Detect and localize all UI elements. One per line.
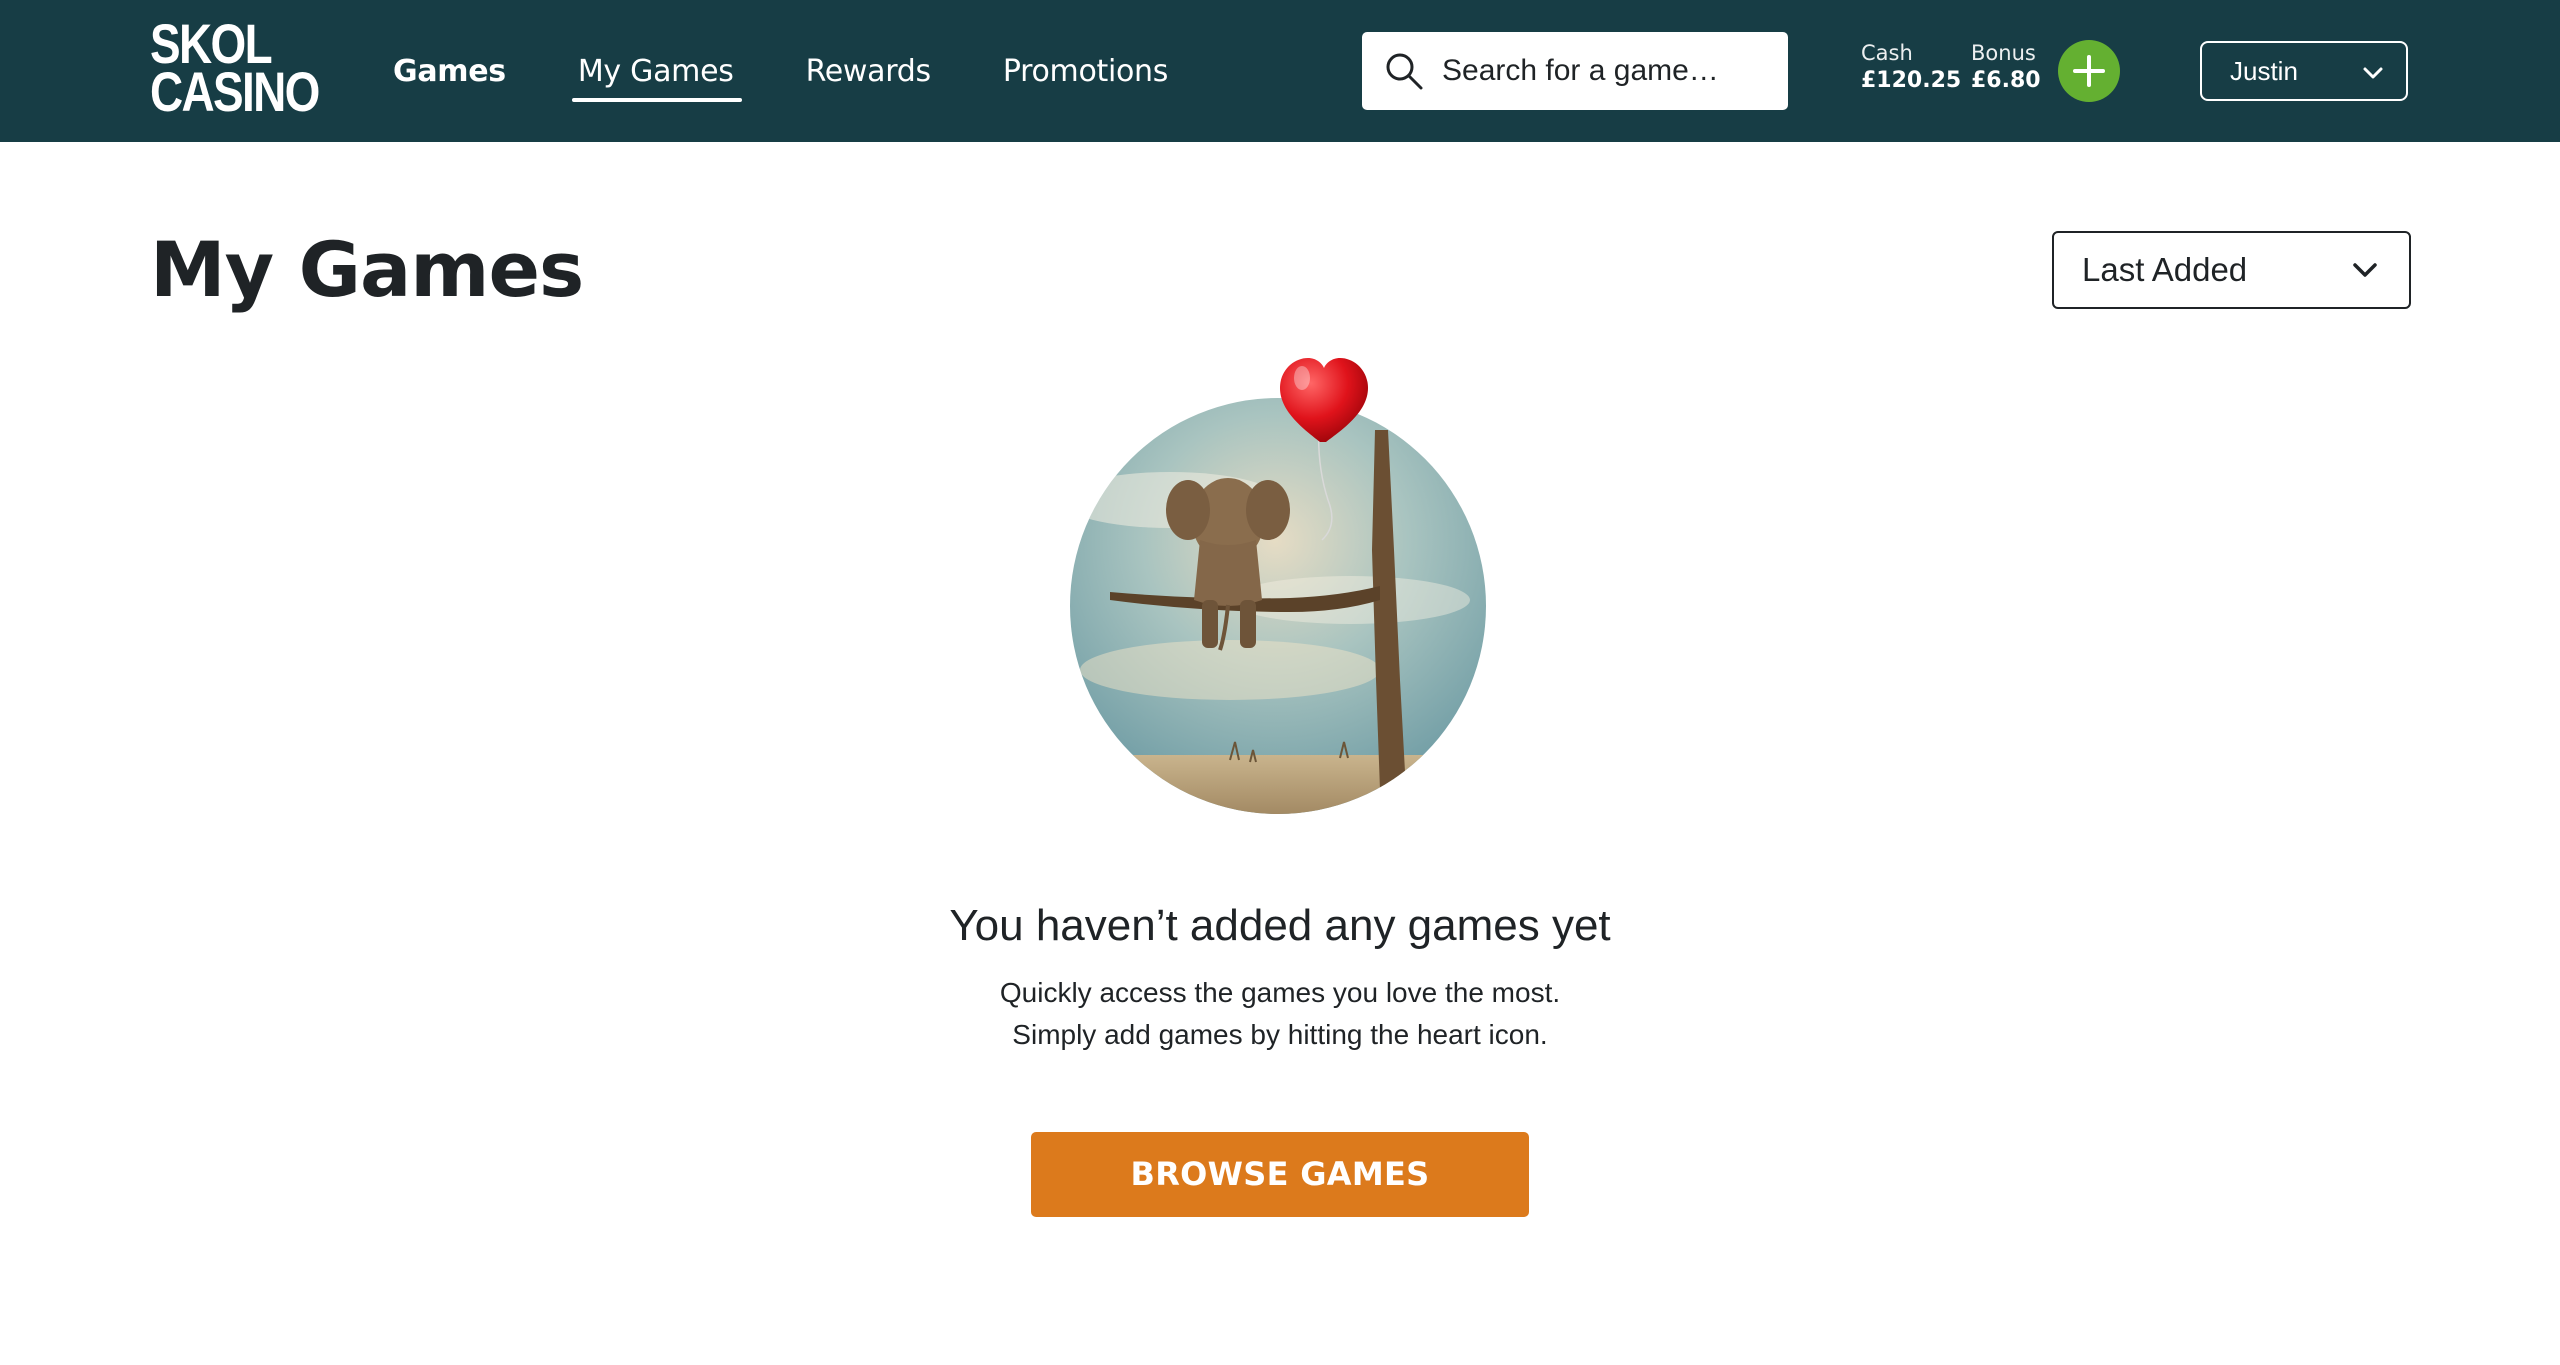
cash-value: £120.25 (1861, 68, 1962, 93)
nav-my-games[interactable]: My Games (571, 0, 742, 142)
user-menu-dropdown[interactable]: Justin (2200, 41, 2408, 101)
empty-state-description-line-2: Simply add games by hitting the heart ic… (1012, 1019, 1548, 1050)
bonus-label: Bonus (1971, 41, 2036, 65)
empty-state-title: You haven’t added any games yet (949, 901, 1611, 950)
top-header: SKOL CASINO Games My Games Rewards Promo… (0, 0, 2560, 142)
empty-state-description-line-1: Quickly access the games you love the mo… (999, 977, 1561, 1008)
main-nav: Games My Games Rewards Promotions (393, 0, 1240, 142)
elephant-balloon-illustration (1070, 358, 1486, 814)
user-name: Justin (2230, 56, 2298, 86)
page-title: My Games (150, 225, 584, 314)
sort-selected-value: Last Added (2082, 251, 2248, 288)
search-input[interactable] (1442, 32, 1772, 110)
nav-promotions[interactable]: Promotions (1003, 0, 1169, 142)
logo-line-2: CASINO (150, 60, 320, 123)
skol-casino-logo[interactable]: SKOL CASINO (150, 16, 320, 123)
cash-balance: Cash £120.25 (1861, 40, 1961, 96)
plus-icon (2073, 55, 2105, 87)
search-icon (1384, 51, 1424, 91)
nav-rewards[interactable]: Rewards (806, 0, 932, 142)
cash-label: Cash (1861, 41, 1913, 65)
search-box[interactable] (1362, 32, 1788, 110)
browse-games-button[interactable]: BROWSE GAMES (1031, 1132, 1529, 1217)
nav-games[interactable]: Games (393, 0, 506, 142)
chevron-down-icon (2353, 263, 2377, 277)
sort-dropdown[interactable]: Last Added (2052, 231, 2411, 309)
deposit-button[interactable] (2058, 40, 2120, 102)
bonus-value: £6.80 (1971, 68, 2041, 93)
bonus-balance: Bonus £6.80 (1971, 40, 2041, 96)
chevron-down-icon (2363, 67, 2383, 79)
